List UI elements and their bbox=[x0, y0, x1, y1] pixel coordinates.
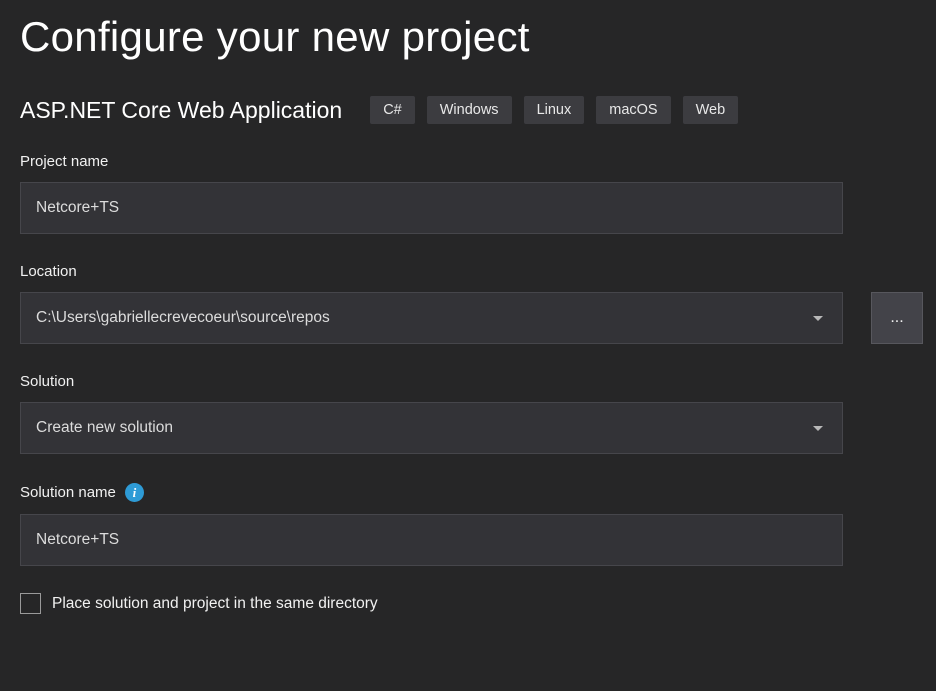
project-type-tags: C# Windows Linux macOS Web bbox=[370, 96, 738, 124]
solution-label-text: Solution bbox=[20, 373, 74, 390]
configure-project-dialog: Configure your new project ASP.NET Core … bbox=[0, 0, 936, 614]
location-combobox[interactable]: C:\Users\gabriellecrevecoeur\source\repo… bbox=[20, 292, 843, 344]
project-name-label: Project name bbox=[20, 153, 936, 170]
tag-macos: macOS bbox=[596, 96, 670, 124]
same-directory-label[interactable]: Place solution and project in the same d… bbox=[52, 595, 378, 613]
solution-combobox[interactable]: Create new solution bbox=[20, 402, 843, 454]
solution-label: Solution bbox=[20, 373, 936, 390]
info-icon[interactable] bbox=[125, 483, 144, 502]
location-label: Location bbox=[20, 263, 936, 280]
page-title: Configure your new project bbox=[20, 12, 936, 62]
location-label-text: Location bbox=[20, 263, 77, 280]
location-value: C:\Users\gabriellecrevecoeur\source\repo… bbox=[36, 309, 330, 327]
chevron-down-icon bbox=[813, 426, 823, 431]
tag-windows: Windows bbox=[427, 96, 512, 124]
solution-value: Create new solution bbox=[36, 419, 173, 437]
solution-name-label-text: Solution name bbox=[20, 484, 116, 501]
tag-web: Web bbox=[683, 96, 739, 124]
project-name-input[interactable] bbox=[20, 182, 843, 234]
same-directory-checkbox[interactable] bbox=[20, 593, 41, 614]
solution-name-input[interactable] bbox=[20, 514, 843, 566]
browse-button[interactable]: ... bbox=[871, 292, 923, 344]
project-name-label-text: Project name bbox=[20, 153, 108, 170]
location-row: C:\Users\gabriellecrevecoeur\source\repo… bbox=[20, 292, 936, 344]
project-type-row: ASP.NET Core Web Application C# Windows … bbox=[20, 96, 936, 124]
project-type-name: ASP.NET Core Web Application bbox=[20, 97, 342, 124]
solution-name-label: Solution name bbox=[20, 483, 936, 502]
tag-linux: Linux bbox=[524, 96, 585, 124]
tag-csharp: C# bbox=[370, 96, 415, 124]
chevron-down-icon bbox=[813, 316, 823, 321]
same-directory-row: Place solution and project in the same d… bbox=[20, 593, 936, 614]
